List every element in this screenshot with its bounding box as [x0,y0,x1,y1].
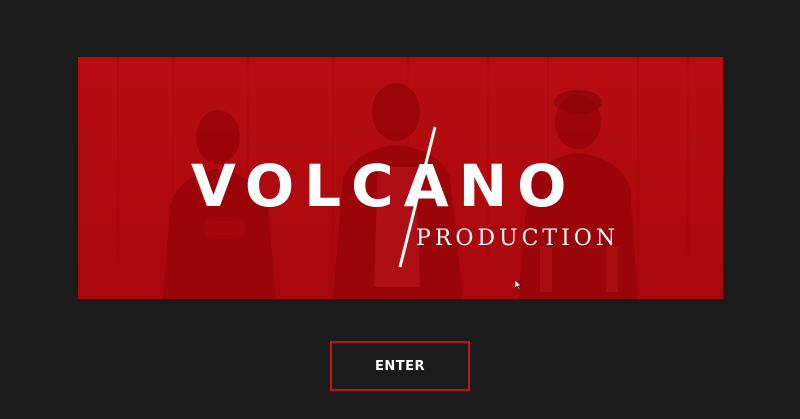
brand-subtitle: PRODUCTION [416,226,620,251]
mouse-cursor-icon [515,280,522,290]
hero-banner: VOLCANO PRODUCTION [78,57,723,299]
volcano-production-logo: VOLCANO PRODUCTION [78,57,723,299]
enter-button[interactable]: ENTER [330,341,470,391]
landing-page: VOLCANO PRODUCTION ENTER [0,0,800,419]
logo-slash-mark [398,126,437,268]
